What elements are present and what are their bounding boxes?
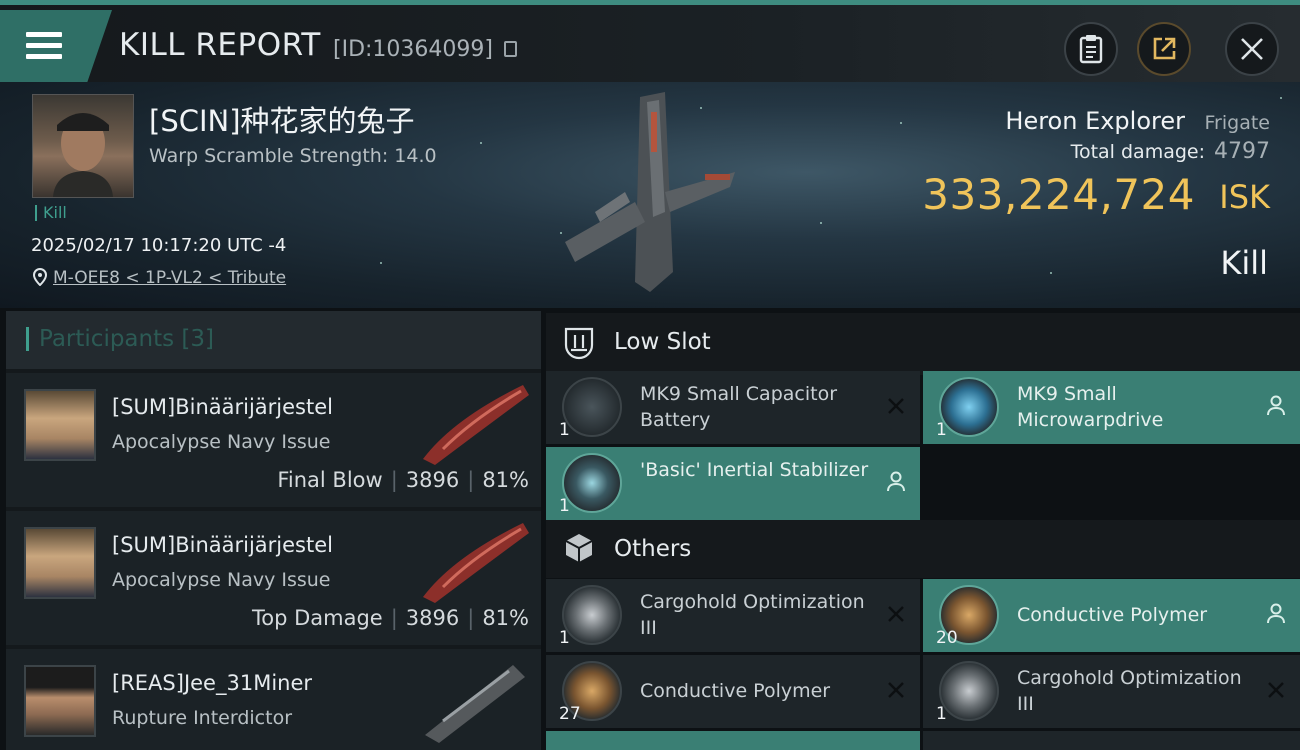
- location-link[interactable]: M-OEE8 < 1P-VL2 < Tribute: [53, 268, 286, 288]
- participant-percent: 81%: [482, 606, 529, 630]
- ship-class: Frigate: [1204, 112, 1270, 134]
- low-slot-icon: [564, 327, 594, 360]
- participant-damage: 3896: [405, 606, 460, 630]
- participants-panel: Participants [3] [SUM]Binäärijärjestel A…: [6, 311, 541, 750]
- copy-icon[interactable]: [504, 41, 517, 57]
- item-name: MK9 Small Capacitor Battery: [640, 383, 838, 431]
- destroyed-icon: [888, 682, 904, 698]
- page-title: KILL REPORT: [119, 27, 321, 63]
- item-quantity: 1: [936, 420, 947, 440]
- ship-render: [425, 665, 525, 743]
- avatar[interactable]: [24, 389, 96, 461]
- kill-tag: Kill: [35, 205, 67, 221]
- participant-name: [SUM]Binäärijärjestel: [112, 395, 333, 419]
- warp-scramble-strength: Warp Scramble Strength: 14.0: [149, 145, 437, 167]
- location-pin-icon: [32, 268, 48, 286]
- participant-row[interactable]: [REAS]Jee_31Miner Rupture Interdictor: [6, 649, 541, 750]
- total-damage-label: Total damage:: [1070, 141, 1205, 163]
- others-title: Others: [614, 536, 692, 562]
- kill-datetime: 2025/02/17 10:17:20 UTC -4: [31, 235, 287, 256]
- destroyed-icon: [888, 606, 904, 622]
- close-button[interactable]: [1225, 22, 1279, 76]
- item-name: Cargohold Optimization III: [1017, 667, 1242, 715]
- item-quantity: 1: [936, 704, 947, 724]
- others-header: Others: [546, 520, 1300, 578]
- close-icon: [1241, 38, 1263, 60]
- participant-name: [REAS]Jee_31Miner: [112, 671, 313, 695]
- item-row[interactable]: 1 'Basic' Inertial Stabilizer: [546, 447, 920, 520]
- item-name: Cargohold Optimization III: [640, 591, 865, 639]
- destroyed-icon: [888, 398, 904, 414]
- item-quantity: 1: [559, 420, 570, 440]
- ship-render: [423, 385, 529, 465]
- cube-icon: [565, 534, 593, 562]
- participant-row[interactable]: [SUM]Binäärijärjestel Apocalypse Navy Is…: [6, 373, 541, 507]
- microwarpdrive-icon: [939, 377, 999, 437]
- participant-name: [SUM]Binäärijärjestel: [112, 533, 333, 557]
- avatar[interactable]: [24, 527, 96, 599]
- clipboard-icon: [1079, 35, 1103, 64]
- kill-result: Kill: [1220, 244, 1268, 282]
- item-row[interactable]: 1 Cargohold Optimization III: [923, 655, 1300, 728]
- low-slot-title: Low Slot: [614, 329, 711, 355]
- item-name: 'Basic' Inertial Stabilizer: [640, 459, 869, 481]
- top-bar: KILL REPORT [ID:10364099]: [0, 0, 1300, 82]
- item-row[interactable]: [923, 731, 1300, 750]
- kill-id: [ID:10364099]: [333, 37, 493, 62]
- item-row[interactable]: 1 Cargohold Optimization III: [546, 579, 920, 652]
- low-slot-header: Low Slot: [546, 313, 1300, 375]
- participants-title: Participants [3]: [26, 327, 214, 351]
- participant-ship: Apocalypse Navy Issue: [112, 569, 331, 591]
- item-quantity: 1: [559, 496, 570, 516]
- participant-ship: Apocalypse Navy Issue: [112, 431, 331, 453]
- avatar[interactable]: [24, 665, 96, 737]
- item-name: MK9 Small Microwarpdrive: [1017, 383, 1164, 431]
- person-icon: [887, 471, 905, 492]
- item-row[interactable]: 1 MK9 Small Microwarpdrive: [923, 371, 1300, 444]
- item-name: Conductive Polymer: [1017, 604, 1208, 626]
- participant-role: Top Damage: [251, 606, 383, 630]
- participant-row[interactable]: [SUM]Binäärijärjestel Apocalypse Navy Is…: [6, 511, 541, 645]
- inertial-stabilizer-icon: [562, 453, 622, 513]
- ship-name[interactable]: Heron Explorer: [1005, 107, 1185, 135]
- item-row[interactable]: [546, 731, 920, 750]
- participant-role: Final Blow: [277, 468, 383, 492]
- item-quantity: 1: [559, 628, 570, 648]
- item-quantity: 20: [936, 628, 958, 648]
- victim-portrait[interactable]: [32, 94, 134, 198]
- menu-button[interactable]: [0, 10, 112, 82]
- item-name: Conductive Polymer: [640, 680, 831, 702]
- participant-percent: 81%: [482, 468, 529, 492]
- share-button[interactable]: [1137, 22, 1191, 76]
- isk-value: 333,224,724: [922, 170, 1195, 219]
- isk-unit: ISK: [1219, 178, 1270, 216]
- share-icon: [1153, 37, 1176, 60]
- capacitor-battery-icon: [562, 377, 622, 437]
- participants-header: Participants [3]: [6, 311, 541, 369]
- participant-stats: Final Blow | 3896 | 81%: [277, 468, 529, 492]
- cargohold-rig-icon: [939, 661, 999, 721]
- hamburger-icon: [26, 32, 62, 60]
- item-row[interactable]: 20 Conductive Polymer: [923, 579, 1300, 652]
- participant-stats: Top Damage | 3896 | 81%: [251, 606, 529, 630]
- participant-ship: Rupture Interdictor: [112, 707, 292, 729]
- clipboard-button[interactable]: [1064, 22, 1118, 76]
- ship-render: [565, 92, 735, 292]
- item-row[interactable]: 27 Conductive Polymer: [546, 655, 920, 728]
- person-icon: [1267, 395, 1285, 416]
- cargohold-rig-icon: [562, 585, 622, 645]
- total-damage-value: 4797: [1214, 139, 1270, 164]
- item-row[interactable]: 1 MK9 Small Capacitor Battery: [546, 371, 920, 444]
- person-icon: [1267, 603, 1285, 624]
- victim-name: [SCIN]种花家的兔子: [149, 104, 415, 138]
- ship-render: [423, 523, 529, 603]
- item-quantity: 27: [559, 704, 581, 724]
- victim-panel: [SCIN]种花家的兔子 Warp Scramble Strength: 14.…: [0, 82, 1300, 308]
- participant-damage: 3896: [405, 468, 460, 492]
- destroyed-icon: [1268, 682, 1284, 698]
